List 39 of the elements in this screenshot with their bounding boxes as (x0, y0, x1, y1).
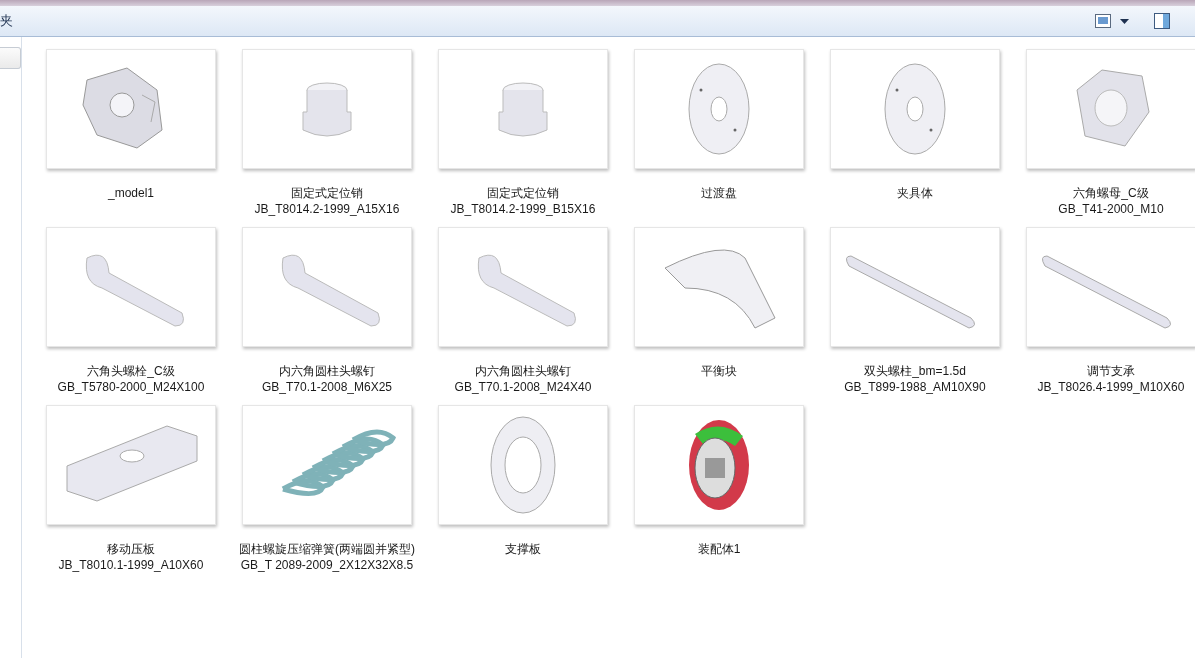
scroll-button[interactable] (0, 47, 21, 69)
file-name: 装配体1 (697, 541, 741, 557)
file-name: 支撑板 (505, 541, 541, 557)
file-name: 双头螺柱_bm=1.5d GB_T899-1988_AM10X90 (844, 363, 986, 395)
thumbnail[interactable] (242, 227, 412, 347)
view-icon[interactable] (1095, 14, 1111, 28)
thumbnail[interactable] (242, 49, 412, 169)
file-name: 六角螺母_C级 GB_T41-2000_M10 (1058, 185, 1164, 217)
thumbnail[interactable] (634, 405, 804, 525)
thumbnail[interactable] (634, 227, 804, 347)
preview-pane-icon[interactable] (1154, 13, 1170, 29)
thumbnail[interactable] (438, 405, 608, 525)
thumbnail[interactable] (1026, 227, 1195, 347)
file-name: 夹具体 (897, 185, 933, 201)
file-name: 内六角圆柱头螺钉 GB_T70.1-2008_M6X25 (261, 363, 393, 395)
thumbnail[interactable] (242, 405, 412, 525)
file-name: _model1 (108, 185, 154, 201)
file-name: 固定式定位销 JB_T8014.2-1999_A15X16 (254, 185, 400, 217)
file-name: 内六角圆柱头螺钉 GB_T70.1-2008_M24X40 (454, 363, 592, 395)
pin-drawing (302, 82, 352, 137)
thumbnail[interactable] (438, 227, 608, 347)
file-name: 移动压板 JB_T8010.1-1999_A10X60 (58, 541, 204, 573)
file-name: 圆柱螺旋压缩弹簧(两端圆并紧型) GB_T 2089-2009_2X12X32X8.5 (239, 541, 415, 573)
thumbnail[interactable] (46, 405, 216, 525)
toolbar-label: 夹 (0, 12, 13, 30)
caret-icon[interactable] (1120, 18, 1129, 24)
file-name: 固定式定位销 JB_T8014.2-1999_B15X16 (450, 185, 596, 217)
file-name: 过渡盘 (701, 185, 737, 201)
thumbnail[interactable] (830, 227, 1000, 347)
thumbnail[interactable] (634, 49, 804, 169)
thumbnail[interactable] (1026, 49, 1195, 169)
thumbnail[interactable] (438, 49, 608, 169)
thumbnail[interactable] (46, 49, 216, 169)
file-name: 六角头螺栓_C级 GB_T5780-2000_M24X100 (57, 363, 205, 395)
thumbnail[interactable] (46, 227, 216, 347)
pin-drawing (498, 82, 548, 137)
file-name: 调节支承 JB_T8026.4-1999_M10X60 (1037, 363, 1185, 395)
thumbnail[interactable] (830, 49, 1000, 169)
file-name: 平衡块 (701, 363, 737, 379)
